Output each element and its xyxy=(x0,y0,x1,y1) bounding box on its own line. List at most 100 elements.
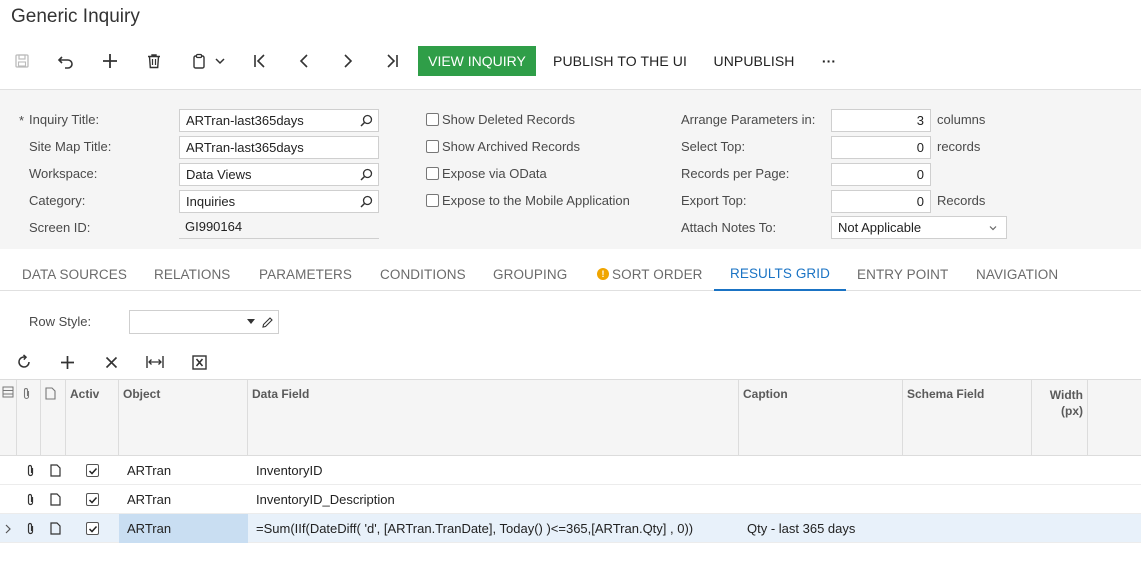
delete-button[interactable] xyxy=(142,44,166,78)
export-top-field[interactable]: 0 xyxy=(831,190,931,213)
category-value: Inquiries xyxy=(186,194,236,209)
last-icon xyxy=(387,54,398,68)
note-icon[interactable] xyxy=(50,514,61,543)
grid-toolbar xyxy=(0,348,300,374)
tab-sort-order-label: SORT ORDER xyxy=(612,266,703,282)
excel-icon xyxy=(191,354,207,370)
columns-icon xyxy=(2,386,14,398)
inquiry-summary-form: * Inquiry Title: ARTran-last365days Site… xyxy=(0,89,1141,249)
previous-record-button[interactable] xyxy=(292,44,316,78)
show-archived-label: Show Archived Records xyxy=(442,139,581,154)
select-top-label: Select Top: xyxy=(681,139,746,154)
fit-columns-button[interactable] xyxy=(144,351,166,373)
unpublish-button[interactable]: UNPUBLISH xyxy=(712,44,796,78)
first-record-button[interactable] xyxy=(248,44,272,78)
caret-down-icon xyxy=(247,319,255,324)
tab-sort-order[interactable]: ! SORT ORDER xyxy=(597,257,703,291)
screen-id-field: GI990164 xyxy=(179,216,379,239)
expose-mobile-checkbox[interactable] xyxy=(426,194,439,207)
paperclip-icon[interactable] xyxy=(25,456,36,485)
next-record-button[interactable] xyxy=(336,44,360,78)
pencil-icon xyxy=(262,317,273,328)
tab-conditions[interactable]: CONDITIONS xyxy=(380,257,466,291)
page-title: Generic Inquiry xyxy=(11,6,140,27)
object-cell[interactable]: ARTran xyxy=(119,514,248,543)
add-row-button[interactable] xyxy=(56,351,78,373)
publish-to-ui-button[interactable]: PUBLISH TO THE UI xyxy=(552,44,688,78)
object-cell[interactable]: ARTran xyxy=(127,456,171,485)
column-chooser-header[interactable] xyxy=(0,380,17,456)
object-column-header[interactable]: Object xyxy=(119,380,248,456)
tab-entry-point[interactable]: ENTRY POINT xyxy=(857,257,948,291)
check-icon xyxy=(88,496,97,504)
delete-row-button[interactable] xyxy=(100,351,122,373)
attach-notes-select[interactable]: Not Applicable xyxy=(831,216,1007,239)
table-row-selected[interactable]: ARTran =Sum(IIf(DateDiff( 'd', [ARTran.T… xyxy=(0,514,1141,543)
export-excel-button[interactable] xyxy=(188,351,210,373)
site-map-title-field[interactable]: ARTran-last365days xyxy=(179,136,379,159)
last-record-button[interactable] xyxy=(380,44,404,78)
view-inquiry-button[interactable]: VIEW INQUIRY xyxy=(418,46,536,76)
first-icon xyxy=(254,54,265,68)
schema-field-column-header[interactable]: Schema Field xyxy=(903,380,1032,456)
save-icon xyxy=(15,54,29,68)
show-deleted-label: Show Deleted Records xyxy=(442,112,575,127)
tab-data-sources[interactable]: DATA SOURCES xyxy=(22,257,127,291)
note-icon[interactable] xyxy=(50,456,61,485)
chevron-right-icon xyxy=(4,514,12,543)
active-checkbox[interactable] xyxy=(86,456,99,485)
results-grid: Activ Object Data Field Caption Schema F… xyxy=(0,379,1141,545)
search-icon xyxy=(360,168,373,181)
category-field[interactable]: Inquiries xyxy=(179,190,379,213)
add-button[interactable] xyxy=(98,44,122,78)
inquiry-title-field[interactable]: ARTran-last365days xyxy=(179,109,379,132)
width-column-header[interactable]: Width (px) xyxy=(1032,380,1088,456)
table-row[interactable]: ARTran InventoryID_Description xyxy=(0,485,1141,514)
paperclip-icon[interactable] xyxy=(25,485,36,514)
data-field-column-header[interactable]: Data Field xyxy=(248,380,739,456)
undo-button[interactable] xyxy=(54,44,78,78)
workspace-field[interactable]: Data Views xyxy=(179,163,379,186)
note-icon[interactable] xyxy=(50,485,61,514)
show-deleted-checkbox[interactable] xyxy=(426,113,439,126)
show-archived-checkbox[interactable] xyxy=(426,140,439,153)
save-button[interactable] xyxy=(10,44,34,78)
grid-header: Activ Object Data Field Caption Schema F… xyxy=(0,379,1141,456)
tab-parameters[interactable]: PARAMETERS xyxy=(259,257,352,291)
expose-odata-label: Expose via OData xyxy=(442,166,547,181)
records-per-page-field[interactable]: 0 xyxy=(831,163,931,186)
data-field-cell[interactable]: InventoryID xyxy=(256,456,322,485)
arrange-params-field[interactable]: 3 xyxy=(831,109,931,132)
table-row[interactable]: ARTran InventoryID xyxy=(0,456,1141,485)
tab-relations[interactable]: RELATIONS xyxy=(154,257,230,291)
row-style-select[interactable] xyxy=(129,310,279,334)
active-column-header[interactable]: Activ xyxy=(66,380,119,456)
plus-icon xyxy=(60,355,74,369)
caption-cell[interactable]: Qty - last 365 days xyxy=(747,514,855,543)
caption-column-header[interactable]: Caption xyxy=(739,380,903,456)
export-top-label: Export Top: xyxy=(681,193,747,208)
site-map-title-value: ARTran-last365days xyxy=(186,140,304,155)
arrange-params-label: Arrange Parameters in: xyxy=(681,112,816,127)
paperclip-icon[interactable] xyxy=(25,514,36,543)
tab-results-grid[interactable]: RESULTS GRID xyxy=(714,257,846,291)
tab-navigation[interactable]: NAVIGATION xyxy=(976,257,1058,291)
more-actions-button[interactable]: ··· xyxy=(816,44,842,78)
screen-id-label: Screen ID: xyxy=(29,220,91,235)
inquiry-title-label: Inquiry Title: xyxy=(29,112,100,127)
chevron-down-icon xyxy=(215,58,225,65)
fit-width-icon xyxy=(146,356,164,368)
select-top-field[interactable]: 0 xyxy=(831,136,931,159)
active-checkbox[interactable] xyxy=(86,514,99,543)
data-field-cell[interactable]: InventoryID_Description xyxy=(256,485,395,514)
tab-bar: DATA SOURCES RELATIONS PARAMETERS CONDIT… xyxy=(0,257,1141,291)
note-column-header xyxy=(41,380,66,456)
object-cell[interactable]: ARTran xyxy=(127,485,171,514)
copy-paste-menu-button[interactable] xyxy=(186,44,232,78)
data-field-cell[interactable]: =Sum(IIf(DateDiff( 'd', [ARTran.TranDate… xyxy=(256,514,693,543)
active-checkbox[interactable] xyxy=(86,485,99,514)
tab-grouping[interactable]: GROUPING xyxy=(493,257,567,291)
expose-odata-checkbox[interactable] xyxy=(426,167,439,180)
refresh-button[interactable] xyxy=(13,351,35,373)
close-icon xyxy=(105,356,117,368)
